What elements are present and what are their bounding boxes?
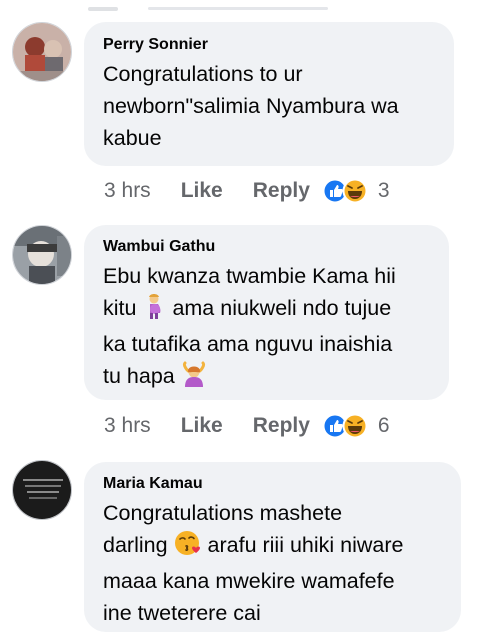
- comment-text-fragment: ama niukweli ndo tujue: [172, 296, 392, 320]
- raised-hands-person-emoji: [181, 361, 207, 396]
- comment-bubble: Wambui Gathu Ebu kwanza twambie Kama hii…: [84, 225, 449, 400]
- reactions-summary[interactable]: 3: [322, 178, 390, 204]
- comment-text-fragment: kitu: [103, 296, 137, 320]
- avatar[interactable]: [12, 460, 72, 520]
- comment-text: Ebu kwanza twambie Kama hii kitu ama niu…: [103, 260, 433, 396]
- comment-author[interactable]: Perry Sonnier: [103, 36, 438, 54]
- comment-text-fragment: arafu riii uhiki niware: [207, 533, 404, 557]
- reaction-count: 6: [377, 414, 390, 437]
- haha-icon: [342, 178, 368, 204]
- comment-bubble: Perry Sonnier Congratulations to ur newb…: [84, 22, 454, 166]
- comment-actions: 3 hrs Like Reply 3: [104, 176, 390, 206]
- avatar[interactable]: [12, 225, 72, 285]
- comment-text: Congratulations mashete darling arafu ri…: [103, 497, 445, 629]
- reaction-count: 3: [377, 179, 390, 202]
- reply-button[interactable]: Reply: [253, 179, 310, 203]
- comment-timestamp[interactable]: 3 hrs: [104, 179, 151, 203]
- comment-text-line: darling arafu riii uhiki niware: [103, 529, 445, 565]
- reactions-summary[interactable]: 6: [322, 413, 390, 439]
- comment-text-line: tu hapa: [103, 360, 433, 396]
- comment-text-line: newborn"salimia Nyambura wa: [103, 94, 399, 118]
- comment-text-line: ine tweterere cai: [103, 601, 261, 625]
- haha-icon: [342, 413, 368, 439]
- comment-text-line: ka tutafika ama nguvu inaishia: [103, 332, 393, 356]
- comment-actions: 3 hrs Like Reply 6: [104, 411, 390, 441]
- like-button[interactable]: Like: [181, 414, 223, 438]
- comment-text: Congratulations to ur newborn"salimia Ny…: [103, 58, 438, 154]
- pregnant-woman-emoji: [142, 293, 166, 328]
- comment-text-line: Congratulations to ur: [103, 62, 303, 86]
- comment-timestamp[interactable]: 3 hrs: [104, 414, 151, 438]
- reply-button[interactable]: Reply: [253, 414, 310, 438]
- comment-author[interactable]: Maria Kamau: [103, 475, 445, 493]
- avatar[interactable]: [12, 22, 72, 82]
- comment-text-line: kitu ama niukweli ndo tujue: [103, 292, 433, 328]
- comment-author[interactable]: Wambui Gathu: [103, 238, 433, 256]
- comment-text-line: Ebu kwanza twambie Kama hii: [103, 264, 396, 288]
- comment-text-line: maaa kana mwekire wamafefe: [103, 569, 395, 593]
- comment-bubble: Maria Kamau Congratulations mashete darl…: [84, 462, 461, 632]
- like-button[interactable]: Like: [181, 179, 223, 203]
- comment-text-line: Congratulations mashete: [103, 501, 343, 525]
- comment-text-fragment: darling: [103, 533, 168, 557]
- comment-text-fragment: tu hapa: [103, 364, 175, 388]
- previous-comment-remnant: [88, 0, 388, 11]
- comment-text-line: kabue: [103, 126, 162, 150]
- kissing-face-emoji: [174, 530, 202, 565]
